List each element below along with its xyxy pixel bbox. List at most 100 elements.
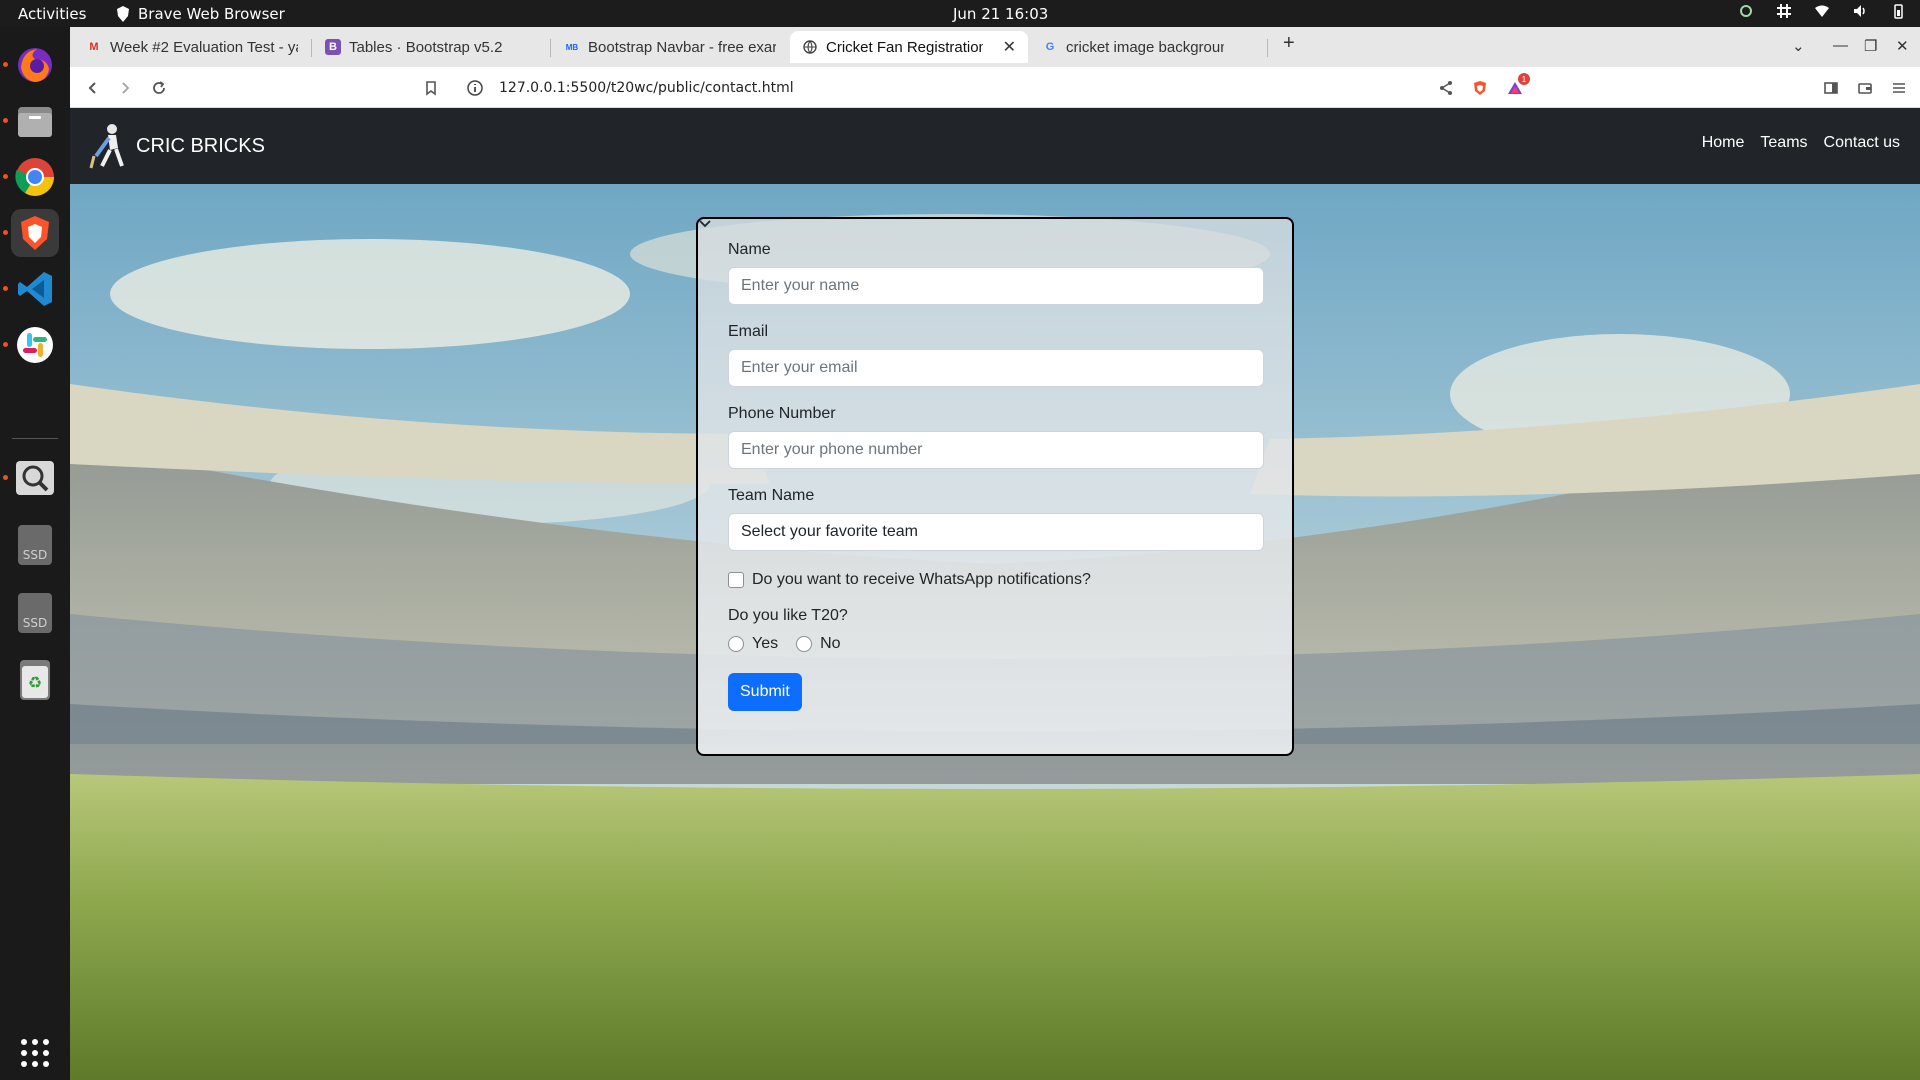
slack-tray-icon[interactable] — [1776, 3, 1792, 19]
tab-separator — [1267, 39, 1268, 57]
brave-icon[interactable] — [11, 209, 59, 257]
system-tray[interactable] — [1738, 3, 1906, 19]
phone-field-group: Phone Number — [728, 405, 1264, 469]
activities-button[interactable]: Activities — [18, 5, 86, 23]
share-icon[interactable] — [1435, 77, 1457, 99]
team-select-value: Select your favorite team — [741, 523, 918, 540]
dock: SSD SSD ♻ — [0, 27, 70, 1080]
tab-week2-evaluation[interactable]: M Week #2 Evaluation Test - ya — [74, 31, 310, 63]
battery-icon[interactable] — [1890, 3, 1906, 19]
sidebar-toggle-icon[interactable] — [1820, 77, 1842, 99]
slack-icon[interactable] — [11, 321, 59, 369]
reload-button[interactable] — [148, 77, 170, 99]
brave-small-icon — [117, 6, 129, 22]
tab-bootstrap-tables[interactable]: B Tables · Bootstrap v5.2 — [313, 31, 549, 63]
cricketer-logo-icon — [89, 124, 124, 169]
name-field-group: Name — [728, 241, 1264, 305]
nav-teams[interactable]: Teams — [1760, 134, 1807, 152]
stadium-background-image: Name Email Phone Number Team Name Select… — [70, 184, 1920, 1080]
address-bar[interactable]: 127.0.0.1:5500/t20wc/public/contact.html — [462, 72, 1600, 103]
chrome-icon[interactable] — [11, 153, 59, 201]
brave-rewards-icon[interactable]: 1 — [1504, 73, 1530, 99]
tab-search-chevron-icon[interactable]: ⌄ — [1792, 37, 1805, 55]
clock[interactable]: Jun 21 16:03 — [953, 5, 1048, 23]
gmail-icon: M — [89, 41, 99, 53]
t20-radio-group: Yes No — [728, 635, 1262, 653]
wifi-icon[interactable] — [1814, 3, 1830, 19]
whatsapp-checkbox[interactable] — [728, 572, 744, 588]
restore-button[interactable]: ❐ — [1864, 37, 1877, 55]
extension-icon[interactable] — [1738, 3, 1754, 19]
t20-yes-radio[interactable] — [728, 636, 744, 652]
volume-icon[interactable] — [1852, 3, 1868, 19]
email-label: Email — [728, 323, 769, 340]
notification-badge: 1 — [1518, 73, 1530, 85]
t20-yes-option[interactable]: Yes — [728, 635, 778, 653]
url-text[interactable]: 127.0.0.1:5500/t20wc/public/contact.html — [499, 80, 794, 96]
brand-link[interactable]: CRIC BRICKS — [88, 122, 265, 170]
running-indicator — [3, 230, 8, 235]
t20-no-radio[interactable] — [796, 636, 813, 652]
name-input[interactable] — [728, 267, 1264, 305]
tab-cricket-fan-registration[interactable]: Cricket Fan Registration ✕ — [790, 31, 1028, 63]
bookmark-icon[interactable] — [420, 77, 442, 99]
svg-text:♻: ♻ — [28, 675, 42, 692]
brand-name: CRIC BRICKS — [136, 134, 265, 157]
email-field-group: Email — [728, 323, 1264, 387]
site-info-icon[interactable] — [466, 79, 484, 97]
running-indicator — [3, 174, 8, 179]
app-menu[interactable]: Brave Web Browser — [116, 5, 285, 23]
menu-icon[interactable] — [1888, 77, 1910, 99]
wallet-icon[interactable] — [1854, 77, 1876, 99]
t20-yes-label[interactable]: Yes — [752, 635, 778, 653]
running-indicator — [3, 118, 8, 123]
bootstrap-icon: B — [325, 39, 341, 55]
trash-icon[interactable]: ♻ — [11, 656, 59, 704]
files-icon[interactable] — [11, 97, 59, 145]
whatsapp-label[interactable]: Do you want to receive WhatsApp notifica… — [752, 571, 1091, 589]
t20-no-option[interactable]: No — [796, 635, 841, 653]
globe-icon — [802, 39, 818, 55]
t20-question: Do you like T20? — [728, 607, 848, 624]
running-indicator — [3, 62, 8, 67]
ssd-drive-icon[interactable]: SSD — [11, 521, 59, 569]
tab-separator — [550, 39, 551, 57]
phone-label: Phone Number — [728, 405, 836, 422]
system-top-bar: Activities Brave Web Browser Jun 21 16:0… — [0, 0, 1920, 27]
registration-form: Name Email Phone Number Team Name Select… — [696, 217, 1294, 756]
app-grid-icon[interactable] — [11, 1029, 59, 1077]
running-indicator — [3, 475, 8, 480]
email-input[interactable] — [728, 349, 1264, 387]
tab-close-icon[interactable]: ✕ — [1003, 37, 1016, 57]
vscode-icon[interactable] — [11, 265, 59, 313]
nav-links: Home Teams Contact us — [1702, 134, 1900, 152]
app-name: Brave Web Browser — [138, 5, 285, 23]
nav-contact-us[interactable]: Contact us — [1824, 134, 1900, 152]
back-button[interactable] — [82, 77, 104, 99]
team-select[interactable]: Select your favorite team — [699, 220, 1264, 551]
ssd-drive-icon[interactable]: SSD — [11, 589, 59, 637]
forward-button[interactable] — [114, 77, 136, 99]
search-tool-icon[interactable] — [11, 454, 59, 502]
phone-input[interactable] — [728, 431, 1264, 469]
svg-text:SSD: SSD — [23, 616, 47, 630]
tab-cricket-image-search[interactable]: G cricket image background - C — [1030, 31, 1236, 63]
chevron-down-icon — [699, 220, 711, 228]
close-window-button[interactable]: ✕ — [1896, 37, 1909, 55]
team-field-group: Team Name Select your favorite team — [699, 220, 1264, 551]
mdb-icon: MB — [565, 42, 579, 52]
tab-bootstrap-navbar[interactable]: MB Bootstrap Navbar - free exar — [552, 31, 788, 63]
new-tab-button[interactable]: + — [1283, 32, 1295, 55]
browser-window: M Week #2 Evaluation Test - ya B Tables … — [70, 27, 1920, 1080]
google-icon: G — [1045, 41, 1055, 53]
t20-no-label[interactable]: No — [820, 635, 840, 653]
running-indicator — [3, 286, 8, 291]
firefox-icon[interactable] — [11, 41, 59, 89]
site-navbar: CRIC BRICKS Home Teams Contact us — [70, 108, 1920, 184]
minimize-button[interactable]: — — [1833, 37, 1848, 54]
brave-shields-icon[interactable] — [1469, 77, 1491, 99]
team-label: Team Name — [728, 487, 815, 504]
nav-home[interactable]: Home — [1702, 134, 1745, 152]
whatsapp-option: Do you want to receive WhatsApp notifica… — [728, 571, 1262, 589]
submit-button[interactable]: Submit — [728, 673, 802, 711]
